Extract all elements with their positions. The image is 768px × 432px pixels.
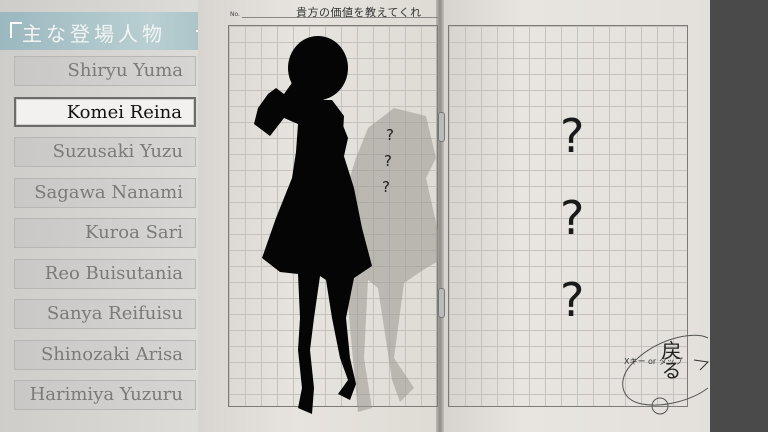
page-number-label: No. (230, 11, 240, 18)
character-list: Shiryu Yuma Komei Reina Suzusaki Yuzu Sa… (14, 56, 196, 421)
character-item-sagawa-nanami[interactable]: Sagawa Nanami (14, 177, 196, 208)
question-mark: ? (560, 191, 585, 245)
character-item-shiryu-yuma[interactable]: Shiryu Yuma (14, 56, 196, 86)
character-name: Reo Buisutania (44, 262, 183, 284)
header-corner-ornament (10, 22, 22, 38)
question-mark: ? (560, 273, 585, 327)
unknown-info-marks-small: ? ? ? (382, 122, 394, 200)
character-name: Sanya Reifuisu (46, 303, 183, 324)
character-item-komei-reina[interactable]: Komei Reina (14, 96, 196, 127)
list-header: 主な登場人物 (0, 12, 216, 50)
character-item-shinozaki-arisa[interactable]: Shinozaki Arisa (14, 339, 196, 370)
character-name: Shinozaki Arisa (40, 343, 183, 365)
binder-ring-icon (438, 288, 445, 318)
return-arrow-icon (651, 397, 669, 415)
question-mark: ? (382, 178, 390, 196)
character-name: Sagawa Nanami (34, 181, 183, 203)
character-silhouette (254, 36, 438, 414)
character-name: Harimiya Yuzuru (29, 384, 183, 405)
character-item-sanya-reifuisu[interactable]: Sanya Reifuisu (14, 299, 196, 329)
character-item-kuroa-sari[interactable]: Kuroa Sari (14, 218, 196, 248)
right-edge-band (710, 0, 768, 432)
character-item-reo-buisutania[interactable]: Reo Buisutania (14, 258, 196, 289)
notebook-header-text: 貴方の価値を教えてくれ (296, 6, 422, 19)
character-name: Komei Reina (66, 101, 182, 123)
character-item-suzusaki-yuzu[interactable]: Suzusaki Yuzu (14, 137, 196, 167)
question-mark: ? (386, 126, 394, 144)
back-hint: Xキー or タップ (624, 357, 683, 366)
list-header-title: 主な登場人物 (22, 22, 166, 46)
binder-ring-icon (438, 112, 445, 142)
question-mark: ? (384, 152, 392, 170)
unknown-profile-marks: ? ? ? (560, 95, 584, 341)
character-name: Shiryu Yuma (67, 60, 183, 81)
character-name: Kuroa Sari (85, 222, 183, 243)
character-item-harimiya-yuzuru[interactable]: Harimiya Yuzuru (14, 380, 196, 410)
question-mark: ? (560, 109, 585, 163)
character-name: Suzusaki Yuzu (52, 141, 183, 162)
